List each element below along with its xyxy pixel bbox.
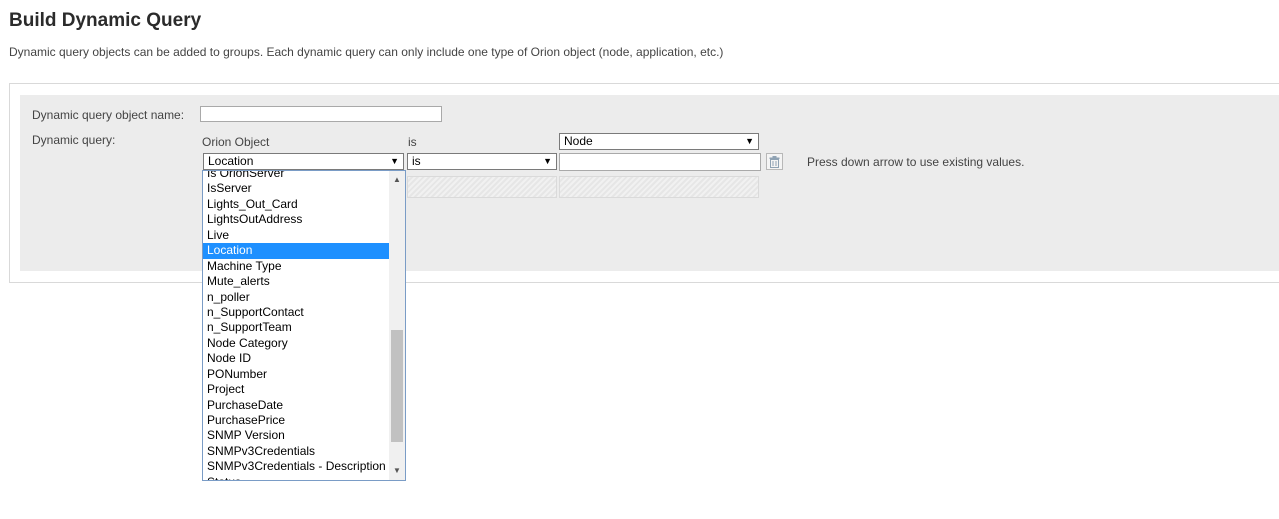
caret-down-icon: ▼ bbox=[745, 136, 754, 146]
caret-down-icon: ▼ bbox=[390, 156, 399, 166]
field-select[interactable]: Location ▼ bbox=[203, 153, 404, 170]
dropdown-option[interactable]: Lights_Out_Card bbox=[203, 197, 389, 212]
query-name-input[interactable] bbox=[200, 106, 442, 122]
object-type-value: Node bbox=[564, 134, 593, 148]
dropdown-option[interactable]: Location bbox=[203, 243, 389, 259]
dropdown-option[interactable]: Is OrionServer bbox=[203, 171, 389, 181]
operator-select-value: is bbox=[412, 154, 421, 168]
dropdown-option[interactable]: LightsOutAddress bbox=[203, 212, 389, 227]
dropdown-option[interactable]: Machine Type bbox=[203, 259, 389, 274]
dropdown-option[interactable]: n_SupportContact bbox=[203, 305, 389, 320]
orion-object-label: Orion Object bbox=[202, 135, 270, 149]
page-description: Dynamic query objects can be added to gr… bbox=[9, 45, 724, 59]
object-type-select[interactable]: Node ▼ bbox=[559, 133, 759, 150]
scroll-up-arrow-icon[interactable]: ▲ bbox=[389, 173, 405, 187]
caret-down-icon: ▼ bbox=[543, 156, 552, 166]
dropdown-scrollbar[interactable]: ▲ ▼ bbox=[389, 171, 405, 480]
dropdown-option[interactable]: n_SupportTeam bbox=[203, 320, 389, 335]
is-label: is bbox=[408, 135, 417, 149]
condition-value-input[interactable] bbox=[559, 153, 761, 171]
disabled-operator-field bbox=[407, 176, 557, 198]
dropdown-option[interactable]: PurchaseDate bbox=[203, 398, 389, 413]
disabled-value-field bbox=[559, 176, 759, 198]
dropdown-option[interactable]: n_poller bbox=[203, 290, 389, 305]
field-select-value: Location bbox=[208, 154, 254, 168]
dropdown-option[interactable]: PurchasePrice bbox=[203, 413, 389, 428]
dropdown-option[interactable]: PONumber bbox=[203, 367, 389, 382]
dropdown-option[interactable]: SNMPv3Credentials bbox=[203, 444, 389, 459]
delete-condition-button[interactable] bbox=[766, 153, 783, 170]
dropdown-option[interactable]: Mute_alerts bbox=[203, 274, 389, 289]
scroll-down-arrow-icon[interactable]: ▼ bbox=[389, 464, 405, 478]
dropdown-option[interactable]: SNMPv3Credentials - Description bbox=[203, 459, 389, 474]
hint-text: Press down arrow to use existing values. bbox=[807, 155, 1025, 169]
query-name-label: Dynamic query object name: bbox=[32, 108, 185, 122]
trash-icon bbox=[769, 155, 780, 168]
dropdown-option[interactable]: SNMP Version bbox=[203, 428, 389, 443]
dropdown-option[interactable]: Node Category bbox=[203, 336, 389, 351]
field-dropdown-list[interactable]: Is OrionServer IsServer Lights_Out_Card Lig… bbox=[202, 170, 406, 481]
dropdown-options: Is OrionServer IsServer Lights_Out_Card Lig… bbox=[203, 171, 389, 480]
dropdown-option[interactable]: IsServer bbox=[203, 181, 389, 196]
operator-select[interactable]: is ▼ bbox=[407, 153, 557, 170]
scrollbar-thumb[interactable] bbox=[391, 330, 403, 442]
dynamic-query-label: Dynamic query: bbox=[32, 133, 116, 147]
page-title: Build Dynamic Query bbox=[9, 10, 202, 31]
dropdown-option[interactable]: Live bbox=[203, 228, 389, 243]
dropdown-option[interactable]: Node ID bbox=[203, 351, 389, 366]
dropdown-option[interactable]: Project bbox=[203, 382, 389, 397]
dropdown-option[interactable]: Status bbox=[203, 475, 389, 480]
